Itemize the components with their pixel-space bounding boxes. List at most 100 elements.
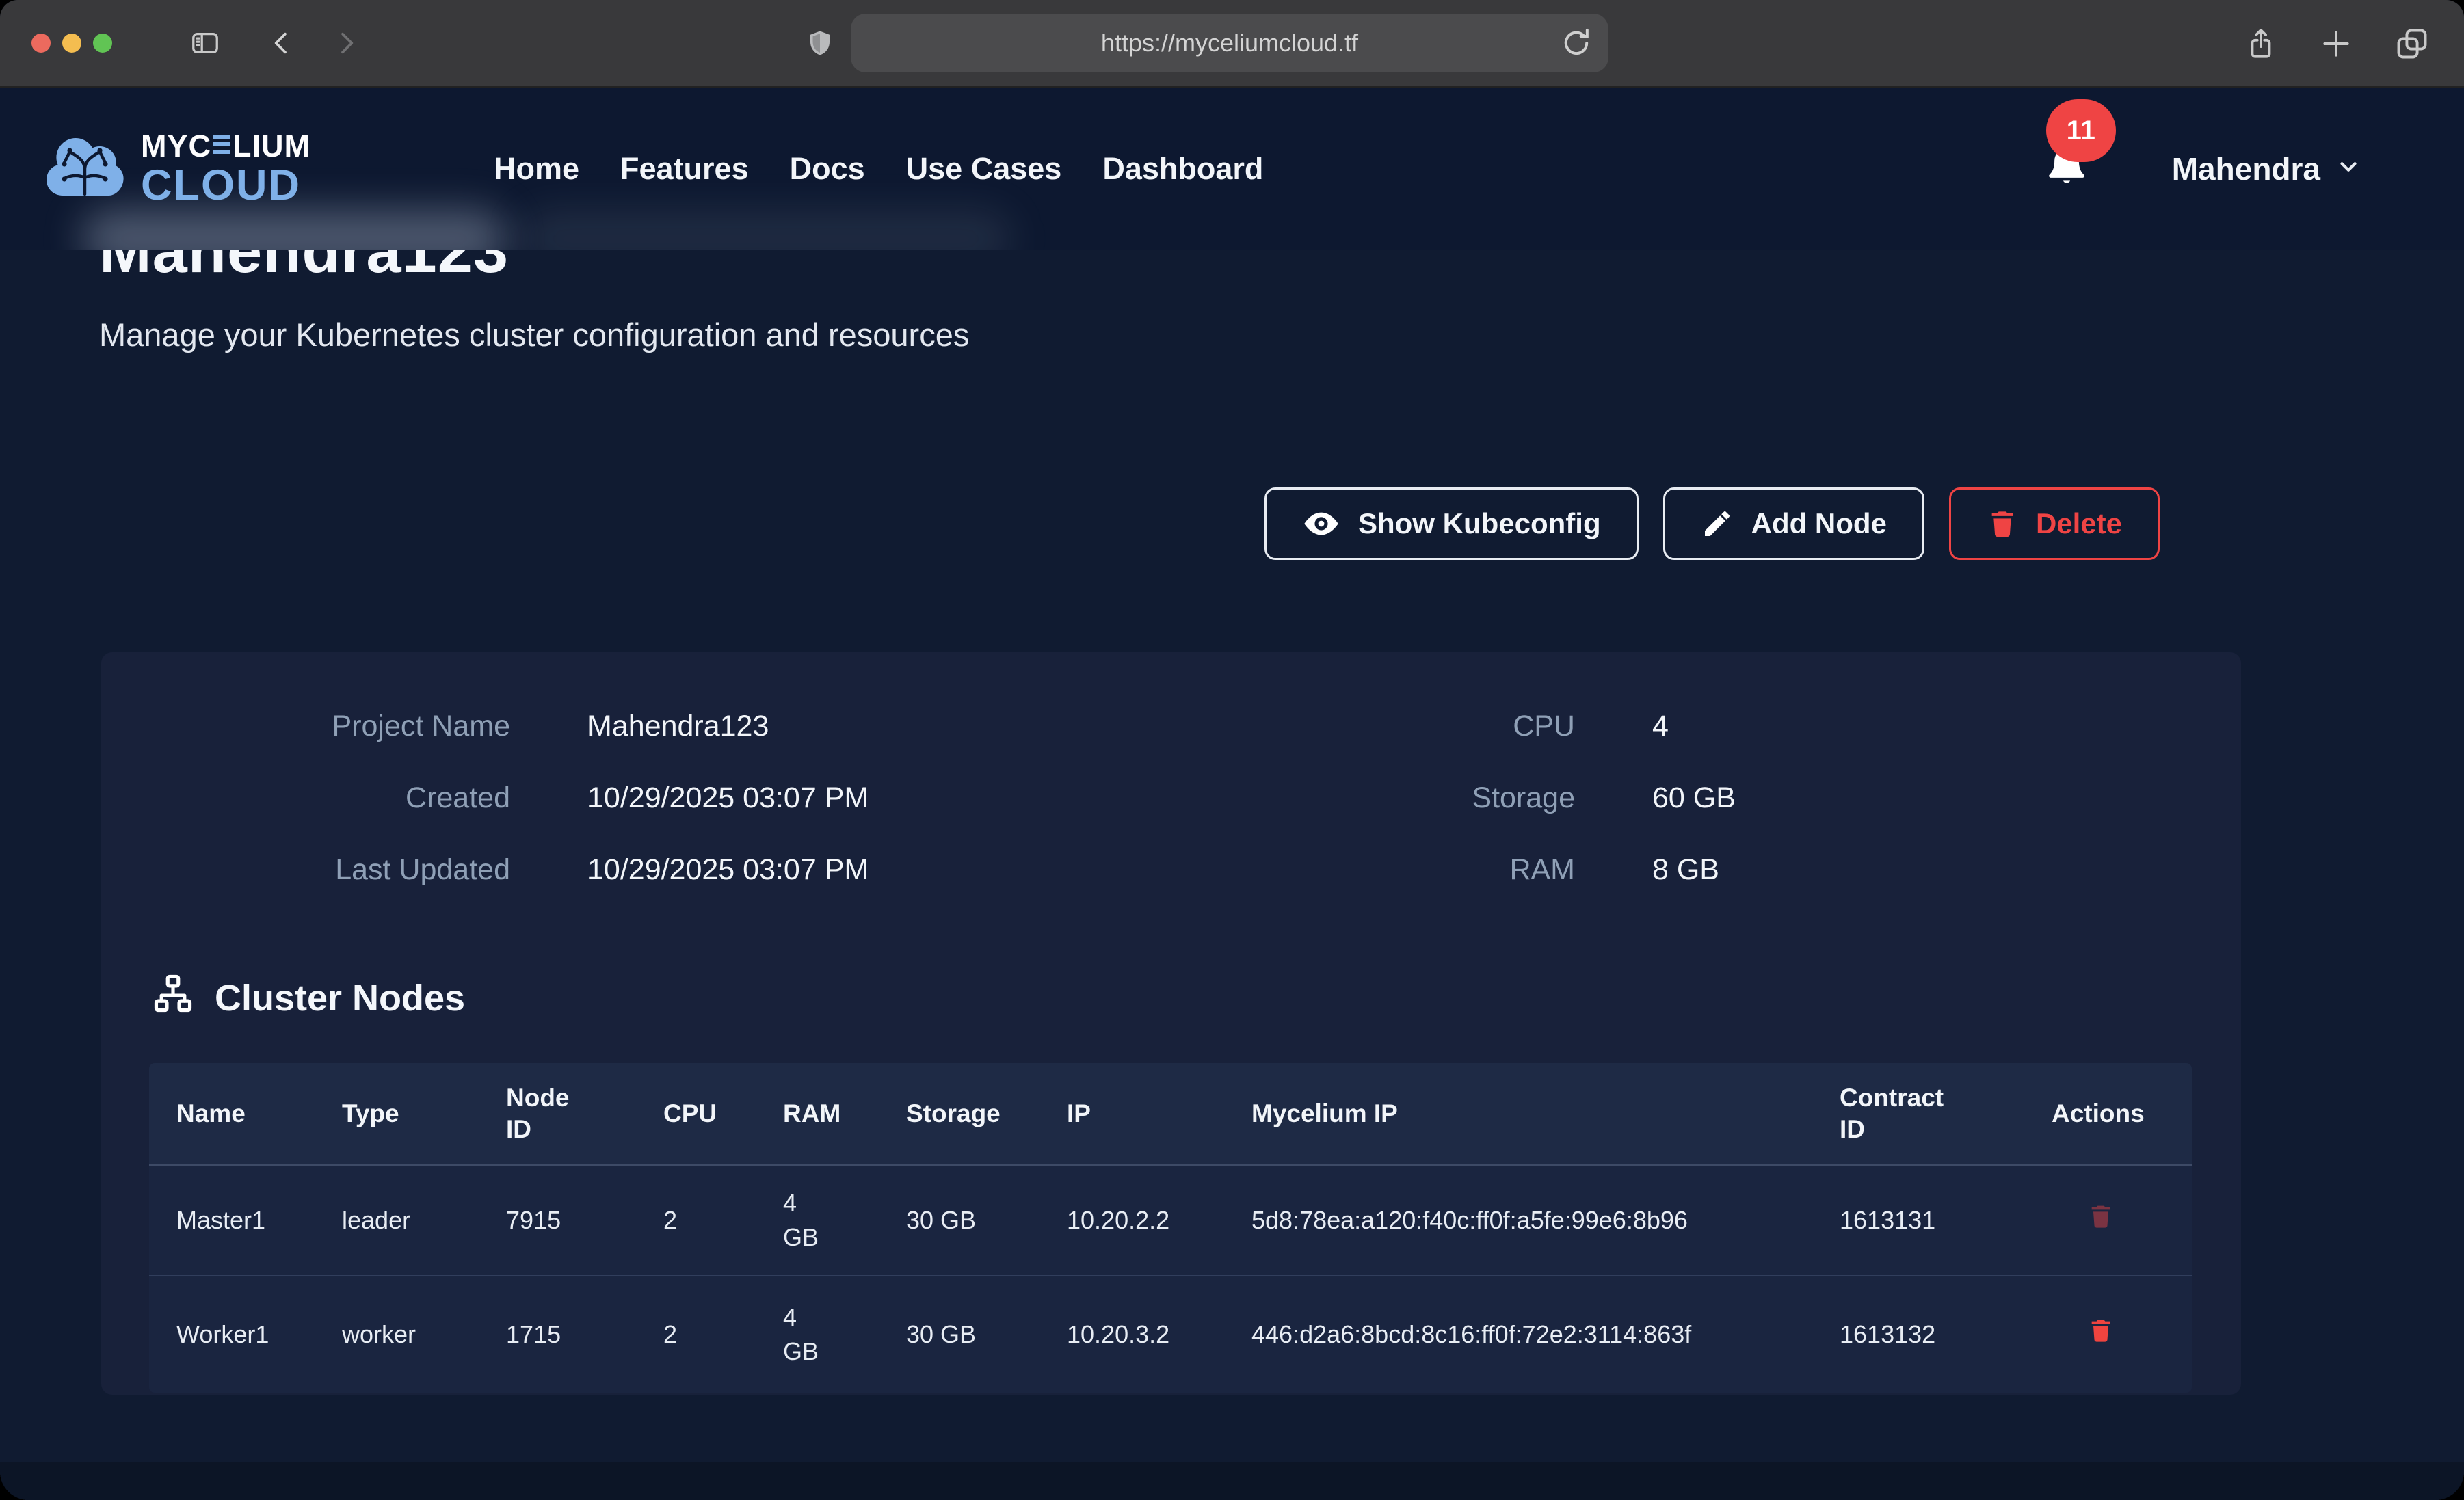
col-header-ram: RAM (756, 1098, 879, 1129)
col-header-mycelium-ip: Mycelium IP (1224, 1098, 1812, 1129)
browser-window: https://myceliumcloud.tf (0, 0, 2464, 1500)
col-header-actions: Actions (2024, 1098, 2192, 1129)
cell-type: worker (315, 1317, 479, 1352)
chevron-down-icon (2335, 150, 2361, 187)
table-header-row: Name Type Node ID CPU RAM Storage IP Myc… (149, 1063, 2192, 1166)
user-name: Mahendra (2172, 150, 2320, 187)
navbar-blur-smear-2 (520, 210, 1012, 250)
cell-node-id: 1715 (479, 1317, 636, 1352)
info-label-project-name: Project Name (101, 707, 510, 745)
cell-node-id: 7915 (479, 1203, 636, 1237)
cell-contract-id: 1613131 (1812, 1203, 2024, 1237)
navbar-right: 11 Mahendra (2043, 142, 2361, 196)
toolbar-right-controls (2244, 0, 2430, 88)
cell-ram: 4 GB (756, 1300, 879, 1369)
cloud-logo-icon (44, 133, 126, 204)
nav-link-home[interactable]: Home (494, 151, 579, 187)
close-window-button[interactable] (31, 34, 51, 53)
url-address-bar[interactable]: https://myceliumcloud.tf (851, 14, 1608, 72)
trash-icon (1987, 508, 2018, 539)
new-tab-icon[interactable] (2319, 27, 2353, 61)
user-menu[interactable]: Mahendra (2172, 150, 2361, 187)
info-value-storage: 60 GB (1575, 779, 2241, 817)
cell-contract-id: 1613132 (1812, 1317, 2024, 1352)
main-navigation: Home Features Docs Use Cases Dashboard (494, 151, 1263, 187)
cell-cpu: 2 (636, 1317, 756, 1352)
col-header-storage: Storage (879, 1098, 1039, 1129)
nav-link-features[interactable]: Features (620, 151, 749, 187)
info-label-storage: Storage (1264, 779, 1575, 817)
add-node-label: Add Node (1751, 507, 1887, 540)
brand-line2: CLOUD (141, 164, 310, 207)
info-label-created: Created (101, 779, 510, 817)
cell-storage: 30 GB (879, 1317, 1039, 1352)
nav-link-dashboard[interactable]: Dashboard (1102, 151, 1263, 187)
cell-storage: 30 GB (879, 1203, 1039, 1237)
brand-name: MYCLIUM CLOUD (141, 131, 310, 207)
page-title-clip: Mahendra123 (0, 250, 2464, 285)
tabs-overview-icon[interactable] (2394, 26, 2430, 62)
info-value-ram: 8 GB (1575, 851, 2241, 889)
cell-cpu: 2 (636, 1203, 756, 1237)
col-header-ip: IP (1039, 1098, 1224, 1129)
share-icon[interactable] (2244, 25, 2278, 63)
cluster-details-panel: Project Name Mahendra123 CPU 4 Created 1… (101, 652, 2241, 1395)
col-header-cpu: CPU (636, 1098, 756, 1129)
forward-icon[interactable] (332, 27, 360, 59)
minimize-window-button[interactable] (62, 34, 81, 53)
table-row-master1: Master1 leader 7915 2 4 GB 30 GB 10.20.2… (149, 1166, 2192, 1276)
cluster-info-grid: Project Name Mahendra123 CPU 4 Created 1… (101, 707, 2241, 889)
brand-logo[interactable]: MYCLIUM CLOUD (44, 131, 310, 207)
info-value-last-updated: 10/29/2025 03:07 PM (510, 851, 1264, 889)
table-row-worker1: Worker1 worker 1715 2 4 GB 30 GB 10.20.3… (149, 1276, 2192, 1393)
navbar-blur-smear (82, 210, 506, 250)
show-kubeconfig-button[interactable]: Show Kubeconfig (1264, 487, 1639, 560)
cell-name: Master1 (149, 1203, 315, 1237)
cell-ram: 4 GB (756, 1186, 879, 1255)
cluster-nodes-heading: Cluster Nodes (152, 972, 2241, 1023)
page-title: Mahendra123 (99, 250, 2464, 285)
info-value-project-name: Mahendra123 (510, 707, 1264, 745)
privacy-shield-icon[interactable] (806, 26, 834, 60)
info-value-cpu: 4 (1575, 707, 2241, 745)
delete-cluster-button[interactable]: Delete (1949, 487, 2160, 560)
sidebar-icon[interactable] (187, 27, 223, 59)
show-kubeconfig-label: Show Kubeconfig (1358, 507, 1601, 540)
nav-link-docs[interactable]: Docs (790, 151, 865, 187)
page-subtitle: Manage your Kubernetes cluster configura… (99, 315, 2464, 355)
brand-line1: MYCLIUM (141, 131, 310, 161)
browser-toolbar: https://myceliumcloud.tf (0, 0, 2464, 88)
zoom-window-button[interactable] (93, 34, 112, 53)
col-header-type: Type (315, 1098, 479, 1129)
network-icon (152, 972, 194, 1023)
window-controls (31, 34, 112, 53)
info-label-ram: RAM (1264, 851, 1575, 889)
add-node-button[interactable]: Add Node (1663, 487, 1924, 560)
back-icon[interactable] (268, 27, 295, 59)
main-content: Mahendra123 Manage your Kubernetes clust… (0, 250, 2464, 1500)
notifications-button[interactable]: 11 (2043, 142, 2090, 196)
cell-type: leader (315, 1203, 479, 1237)
pencil-icon (1701, 507, 1734, 540)
nav-link-use-cases[interactable]: Use Cases (906, 151, 1062, 187)
info-label-cpu: CPU (1264, 707, 1575, 745)
col-header-node-id: Node ID (479, 1082, 636, 1145)
eye-icon (1302, 505, 1340, 543)
url-text: https://myceliumcloud.tf (1101, 29, 1358, 57)
cluster-nodes-title: Cluster Nodes (215, 977, 465, 1019)
cell-mycelium-ip: 5d8:78ea:a120:f40c:ff0f:a5fe:99e6:8b96 (1224, 1203, 1812, 1237)
cluster-actions: Show Kubeconfig Add Node Delete (101, 487, 2160, 560)
cell-ip: 10.20.2.2 (1039, 1203, 1224, 1237)
trash-icon (2087, 1223, 2115, 1233)
cluster-nodes-table: Name Type Node ID CPU RAM Storage IP Myc… (149, 1063, 2192, 1393)
notification-count-badge: 11 (2046, 99, 2116, 162)
cell-name: Worker1 (149, 1317, 315, 1352)
delete-node-button-master1[interactable] (2052, 1201, 2115, 1233)
address-area: https://myceliumcloud.tf (806, 14, 1608, 72)
logo-e-bars-icon (213, 135, 230, 157)
delete-node-button-worker1[interactable] (2052, 1315, 2115, 1348)
trash-icon (2087, 1337, 2115, 1348)
col-header-contract-id: Contract ID (1812, 1082, 2024, 1145)
cell-ip: 10.20.3.2 (1039, 1317, 1224, 1352)
reload-icon[interactable] (1559, 26, 1593, 60)
